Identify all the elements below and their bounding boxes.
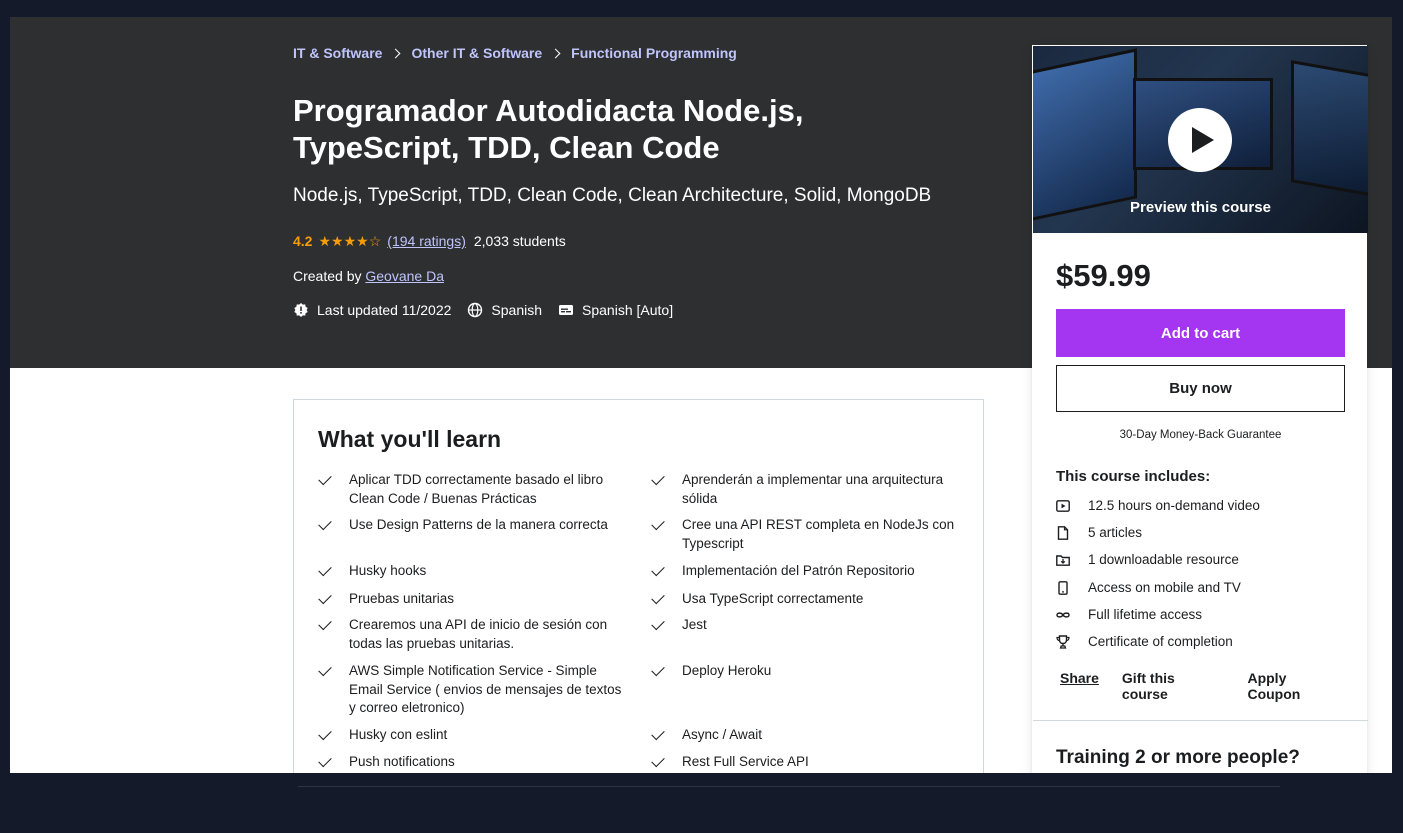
list-item: Jest — [651, 616, 964, 635]
captions: Spanish [Auto] — [558, 302, 673, 318]
check-icon — [651, 471, 665, 486]
chevron-right-icon — [391, 48, 401, 58]
star-icon: ★ — [318, 233, 332, 249]
article-icon — [1057, 525, 1069, 540]
includes-title: This course includes: — [1056, 468, 1211, 485]
check-icon — [651, 662, 665, 677]
list-item: Rest Full Service API — [651, 753, 964, 772]
list-item: Crearemos una API de inicio de sesión co… — [318, 616, 631, 653]
what-you-will-learn: What you'll learn Aplicar TDD correctame… — [293, 399, 984, 773]
monitor-right-image — [1291, 60, 1368, 198]
star-rating: ★ ★ ★ ★ ☆ — [318, 234, 381, 248]
breadcrumb: IT & Software Other IT & Software Functi… — [293, 45, 737, 61]
infinity-icon — [1056, 611, 1070, 618]
list-item: Aprenderán a implementar una arquitectur… — [651, 471, 964, 508]
star-outline-icon: ☆ — [368, 233, 382, 249]
language: Spanish — [467, 302, 542, 318]
list-item: Husky con eslint — [318, 726, 631, 745]
check-icon — [318, 590, 332, 605]
students-count: 2,033 students — [473, 233, 566, 249]
language-text: Spanish — [491, 302, 543, 318]
rating-row: 4.2 ★ ★ ★ ★ ☆ (194 ratings) 2,033 studen… — [293, 233, 566, 249]
video-icon — [1056, 499, 1070, 512]
learn-title: What you'll learn — [318, 426, 502, 452]
course-title: Programador Autodidacta Node.js, TypeScr… — [293, 93, 804, 165]
include-item-articles: 5 articles — [1056, 525, 1142, 540]
download-icon — [1056, 554, 1070, 566]
check-icon — [651, 726, 665, 741]
created-by: Created by Geovane Da — [293, 268, 444, 284]
star-icon: ★ — [331, 233, 344, 249]
include-item-lifetime: Full lifetime access — [1056, 607, 1202, 622]
check-icon — [318, 562, 332, 577]
list-item: Use Design Patterns de la manera correct… — [318, 516, 631, 535]
check-icon — [318, 662, 332, 677]
preview-label[interactable]: Preview this course — [1033, 199, 1368, 216]
monitor-left-image — [1033, 48, 1137, 222]
list-item: Cree una API REST completa en NodeJs con… — [651, 516, 964, 553]
list-item: AWS Simple Notification Service - Simple… — [318, 662, 631, 718]
course-meta: Last updated 11/2022 Spanish Spanish [Au… — [293, 302, 689, 318]
check-icon — [651, 753, 665, 768]
breadcrumb-item-functional[interactable]: Functional Programming — [571, 45, 737, 61]
course-price: $59.99 — [1056, 258, 1151, 293]
include-item-download: 1 downloadable resource — [1056, 552, 1239, 567]
last-updated: Last updated 11/2022 — [293, 302, 451, 318]
rating-score: 4.2 — [293, 233, 313, 249]
created-by-label: Created by — [293, 268, 362, 284]
list-item: Deploy Heroku — [651, 662, 964, 681]
add-to-cart-button[interactable]: Add to cart — [1056, 309, 1345, 357]
last-updated-text: Last updated 11/2022 — [317, 302, 452, 318]
trophy-icon — [1056, 634, 1070, 649]
include-item-certificate: Certificate of completion — [1056, 634, 1233, 649]
chevron-right-icon — [550, 48, 561, 58]
include-item-mobile: Access on mobile and TV — [1056, 580, 1241, 595]
check-icon — [651, 616, 665, 631]
check-icon — [651, 562, 665, 577]
mobile-icon — [1058, 580, 1068, 595]
check-icon — [318, 726, 332, 741]
breadcrumb-item-other-it[interactable]: Other IT & Software — [411, 45, 542, 61]
course-subtitle: Node.js, TypeScript, TDD, Clean Code, Cl… — [293, 185, 932, 206]
list-item: Push notifications — [318, 753, 631, 772]
check-icon — [318, 471, 332, 486]
share-button[interactable]: Share — [1060, 670, 1099, 702]
list-item: Husky hooks — [318, 562, 631, 581]
list-item: Aplicar TDD correctamente basado el libr… — [318, 471, 631, 508]
gift-course-button[interactable]: Gift this course — [1122, 670, 1225, 702]
check-icon — [318, 516, 332, 531]
star-icon: ★ — [356, 233, 369, 249]
check-icon — [318, 753, 332, 768]
money-back-guarantee: 30-Day Money-Back Guarantee — [1119, 429, 1282, 441]
ratings-link[interactable]: (194 ratings) — [387, 233, 466, 249]
star-icon: ★ — [343, 233, 357, 249]
apply-coupon-button[interactable]: Apply Coupon — [1247, 670, 1343, 702]
divider — [298, 786, 1280, 787]
captions-text: Spanish [Auto] — [582, 302, 674, 318]
training-heading: Training 2 or more people? — [1056, 747, 1300, 768]
buy-now-button[interactable]: Buy now — [1056, 365, 1345, 412]
include-item-video: 12.5 hours on-demand video — [1056, 498, 1260, 513]
globe-icon — [468, 302, 483, 318]
breadcrumb-item-it-software[interactable]: IT & Software — [293, 45, 382, 61]
play-icon[interactable] — [1168, 108, 1232, 172]
instructor-link[interactable]: Geovane Da — [365, 268, 444, 284]
course-actions: Share Gift this course Apply Coupon — [1060, 670, 1366, 702]
list-item: Async / Await — [651, 726, 964, 745]
alert-badge-icon — [294, 303, 308, 317]
captions-icon — [559, 305, 574, 315]
check-icon — [651, 590, 665, 605]
divider — [1033, 720, 1368, 721]
list-item: Usa TypeScript correctamente — [651, 590, 964, 609]
course-preview[interactable]: Preview this course — [1033, 46, 1368, 233]
list-item: Pruebas unitarias — [318, 590, 631, 609]
course-page: IT & Software Other IT & Software Functi… — [10, 17, 1392, 773]
check-icon — [651, 516, 665, 531]
purchase-sidebar: Preview this course $59.99 Add to cart B… — [1032, 45, 1368, 773]
list-item: Implementación del Patrón Repositorio — [651, 562, 964, 581]
check-icon — [318, 616, 332, 631]
